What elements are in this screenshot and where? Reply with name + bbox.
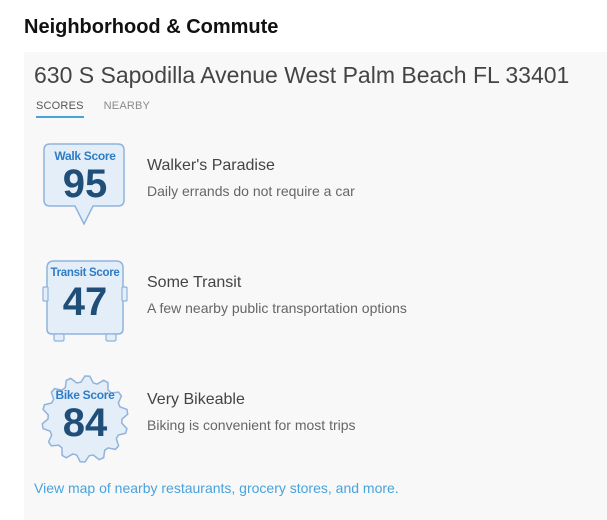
bike-score-badge: Bike Score 84 — [40, 374, 130, 464]
bike-score-title: Very Bikeable — [147, 391, 245, 408]
walk-score-description: Daily errands do not require a car — [147, 183, 355, 199]
property-address: 630 S Sapodilla Avenue West Palm Beach F… — [34, 62, 570, 88]
tab-scores[interactable]: SCORES — [36, 100, 84, 118]
score-tabs: SCORES NEARBY — [36, 100, 150, 118]
walk-score-value: 95 — [62, 162, 108, 206]
transit-score-value: 47 — [62, 280, 108, 324]
walk-score-row: Walk Score 95 Walker's Paradise Daily er… — [40, 140, 600, 232]
walk-score-label: Walk Score — [54, 149, 116, 163]
bike-score-label: Bike Score — [55, 388, 115, 402]
transit-score-row: Transit Score 47 Some Transit A few near… — [40, 257, 600, 349]
transit-score-title: Some Transit — [147, 274, 242, 291]
transit-score-description: A few nearby public transportation optio… — [147, 300, 407, 316]
transit-score-label: Transit Score — [50, 267, 120, 279]
bike-score-value: 84 — [62, 401, 108, 445]
view-nearby-map-link[interactable]: View map of nearby restaurants, grocery … — [34, 480, 399, 496]
section-heading: Neighborhood & Commute — [24, 16, 279, 38]
neighborhood-commute-section: Neighborhood & Commute 630 S Sapodilla A… — [0, 0, 607, 520]
walk-score-badge: Walk Score 95 — [40, 140, 130, 230]
bike-score-row: Bike Score 84 Very Bikeable Biking is co… — [40, 374, 600, 466]
tab-nearby[interactable]: NEARBY — [104, 100, 150, 118]
bike-score-description: Biking is convenient for most trips — [147, 417, 356, 433]
scores-panel: 630 S Sapodilla Avenue West Palm Beach F… — [24, 52, 607, 520]
transit-score-badge: Transit Score 47 — [40, 257, 130, 347]
walk-score-title: Walker's Paradise — [147, 157, 275, 174]
